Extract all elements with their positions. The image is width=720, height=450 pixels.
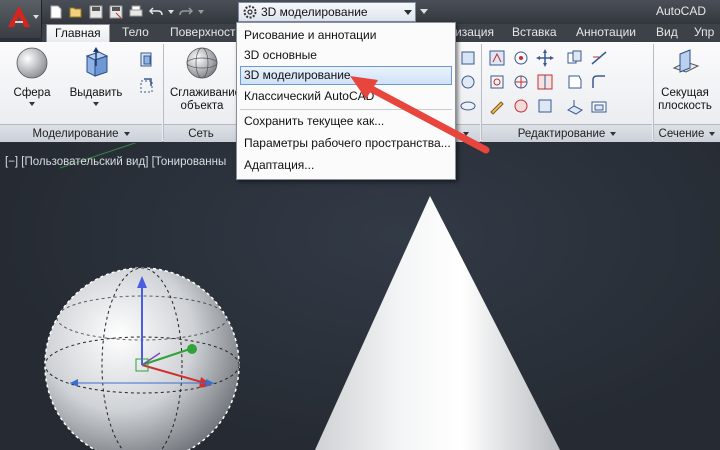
polysolid-icon[interactable] [137, 76, 157, 96]
extrude-tool[interactable]: Выдавить [66, 46, 126, 106]
chevron-down-icon[interactable] [401, 3, 415, 21]
3d-array-icon[interactable] [511, 72, 531, 92]
subobject-icon[interactable] [511, 96, 531, 116]
chevron-down-icon [123, 131, 130, 136]
quick-access-toolbar [46, 3, 206, 21]
gear-icon [243, 5, 257, 19]
3d-mirror-icon[interactable] [535, 72, 555, 92]
fillet-edge-icon[interactable] [589, 72, 609, 92]
tab-home[interactable]: Главная [46, 24, 110, 42]
app-title: AutoCAD [655, 4, 706, 18]
menu-separator [240, 109, 452, 110]
menu-item-save-current[interactable]: Сохранить текущее как... [240, 112, 452, 131]
tab-view[interactable]: Вид [648, 24, 686, 42]
panel-mesh-footer[interactable]: Сеть [164, 124, 238, 142]
extract-edges-icon[interactable] [535, 96, 555, 116]
3d-align-icon[interactable] [487, 72, 507, 92]
menu-item-3d-modeling[interactable]: 3D моделирование [240, 66, 452, 85]
autocad-logo-icon [8, 6, 30, 27]
redo-icon[interactable] [176, 3, 196, 21]
rotate-gizmo-icon[interactable] [511, 48, 531, 68]
tab-insert[interactable]: Вставка [504, 24, 565, 42]
sphere-icon [16, 47, 48, 79]
customize-qat-icon[interactable] [420, 6, 430, 18]
new-file-icon[interactable] [46, 3, 66, 21]
sphere-dropdown-icon[interactable] [29, 102, 35, 106]
chevron-down-icon [33, 15, 39, 19]
smooth-mesh-icon [186, 47, 218, 79]
sphere-tool[interactable]: Сфера [8, 46, 56, 106]
extrude-dropdown-icon[interactable] [93, 102, 99, 106]
section-plane-tool[interactable]: Секущая плоскость [654, 46, 716, 113]
smooth-object-tool[interactable]: Сглаживание объекта [170, 46, 242, 113]
menu-item-drafting[interactable]: Рисование и аннотации [240, 26, 452, 45]
menu-item-customize[interactable]: Адаптация... [240, 156, 452, 175]
drawing-viewport[interactable] [0, 137, 720, 450]
offset-edges-icon[interactable] [565, 72, 585, 92]
smooth-label-1: Сглаживание [170, 87, 242, 99]
viewport-scene [44, 137, 560, 450]
section-label-1: Секущая [661, 87, 709, 99]
chevron-down-icon [462, 131, 469, 136]
viewport-label[interactable]: [−] [Пользовательский вид] [Тонированны [5, 156, 226, 168]
chevron-down-icon [610, 131, 617, 136]
save-as-icon[interactable] [106, 3, 126, 21]
open-folder-icon[interactable] [66, 3, 86, 21]
application-menu-button[interactable] [0, 0, 42, 38]
chevron-down-icon [709, 131, 716, 136]
tab-annotate[interactable]: Аннотации [568, 24, 644, 42]
print-icon[interactable] [126, 3, 146, 21]
menu-item-3d-basics[interactable]: 3D основные [240, 46, 452, 65]
edit-pencil-icon[interactable] [487, 96, 507, 116]
line-icon[interactable] [589, 48, 609, 68]
autocad-window: [−] [Пользовательский вид] [Тонированны … [0, 0, 720, 450]
shell-icon[interactable] [589, 96, 609, 116]
save-icon[interactable] [86, 3, 106, 21]
panel-section-label: Сечение [658, 127, 705, 140]
solid-edit-icon-3[interactable] [458, 96, 478, 116]
section-plane-icon [672, 49, 700, 73]
menu-item-classic[interactable]: Классический AutoCAD [240, 87, 452, 106]
imprint-icon[interactable] [565, 96, 585, 116]
solid-edit-icon[interactable] [458, 48, 478, 68]
menu-item-workspace-settings[interactable]: Параметры рабочего пространства... [240, 134, 452, 153]
panel-mesh-label: Сеть [188, 127, 214, 140]
panel-section-footer[interactable]: Сечение [654, 124, 720, 142]
section-label-2: плоскость [658, 100, 712, 112]
redo-dropdown-icon[interactable] [196, 3, 206, 21]
undo-dropdown-icon[interactable] [166, 3, 176, 21]
solid-edit-icon-2[interactable] [458, 72, 478, 92]
scale-gizmo-icon[interactable] [535, 48, 555, 68]
smooth-label-2: объекта [180, 100, 224, 112]
copy-icon[interactable] [565, 48, 585, 68]
presspull-icon[interactable] [137, 50, 157, 70]
workspace-menu: Рисование и аннотации 3D основные 3D мод… [236, 22, 456, 180]
tab-manage[interactable]: Упр [686, 24, 720, 42]
panel-edit-footer[interactable]: Редактирование [482, 124, 652, 142]
workspace-switcher[interactable]: 3D моделирование [238, 2, 416, 22]
panel-edit-label: Редактирование [517, 127, 606, 140]
panel-modeling-footer[interactable]: Моделирование [0, 124, 162, 142]
panel-modeling-label: Моделирование [32, 127, 119, 140]
undo-icon[interactable] [146, 3, 166, 21]
workspace-current-value: 3D моделирование [261, 5, 368, 19]
tab-solid[interactable]: Тело [114, 24, 157, 42]
cone-solid[interactable] [315, 196, 560, 450]
extrude-icon [85, 47, 109, 77]
sphere-label: Сфера [13, 87, 51, 99]
extrude-label: Выдавить [69, 87, 123, 99]
move-gizmo-icon[interactable] [487, 48, 507, 68]
